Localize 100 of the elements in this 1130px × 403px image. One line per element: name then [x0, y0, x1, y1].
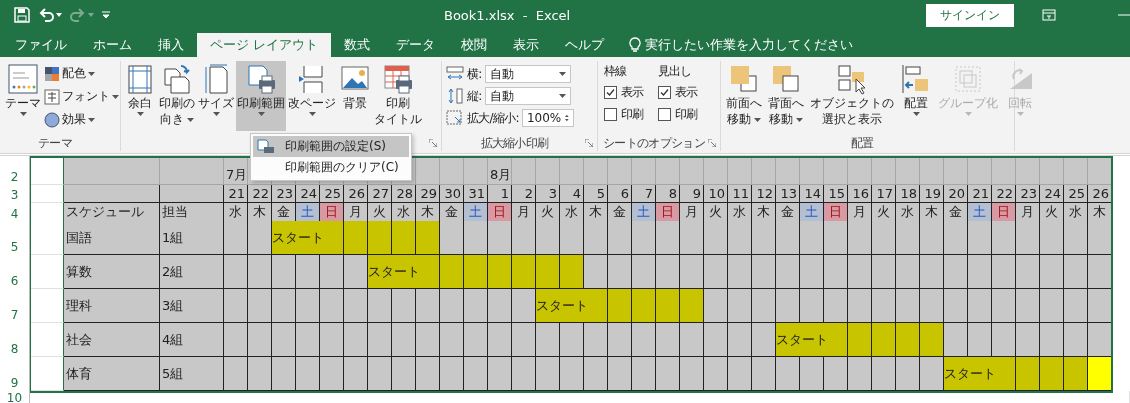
date-cell: 27 [368, 185, 392, 203]
ribbon-button[interactable]: 印刷の 向き [158, 61, 196, 131]
schedule-bar-cell: スタート [272, 221, 344, 255]
schedule-bar-cell: スタート [776, 323, 848, 357]
save-icon[interactable] [14, 7, 30, 23]
ribbon-button[interactable]: 配置 [899, 61, 933, 131]
checkbox[interactable] [657, 107, 671, 121]
table-cell [1064, 156, 1088, 185]
menu-item[interactable]: 印刷範囲の設定(S) [253, 136, 409, 157]
date-cell: 4 [560, 185, 584, 203]
ribbon-button[interactable]: 印刷範囲 [236, 61, 286, 131]
fonts-icon [44, 88, 60, 105]
date-cell: 16 [848, 185, 872, 203]
table-cell [800, 156, 824, 185]
table-cell [1040, 156, 1064, 185]
table-cell: 5組 [160, 357, 224, 391]
date-cell: 28 [392, 185, 416, 203]
date-cell: 31 [464, 185, 488, 203]
caret-icon [88, 13, 94, 17]
date-cell: 20 [944, 185, 968, 203]
date-cell: 29 [416, 185, 440, 203]
date-cell: 6 [608, 185, 632, 203]
undo-button[interactable] [38, 7, 62, 23]
dialog-launcher-icon[interactable] [708, 139, 716, 147]
table-cell [728, 156, 752, 185]
ribbon-button[interactable]: オブジェクトの 選択と表示 [809, 61, 895, 131]
table-cell [30, 289, 64, 323]
date-cell: 8 [656, 185, 680, 203]
dropdown-field[interactable]: 自動 [484, 87, 571, 105]
ribbon-tab[interactable]: ホーム [80, 33, 145, 57]
table-cell [30, 357, 64, 391]
orientation-icon [161, 63, 193, 95]
schedule-bar-cell: スタート [536, 289, 608, 323]
ribbon-tab[interactable]: 数式 [331, 33, 383, 57]
ribbon-button[interactable]: 配色 [44, 63, 119, 84]
checkbox-label: 表示 [621, 83, 644, 101]
table-cell [584, 156, 608, 185]
month-label: 7月 [225, 166, 248, 184]
ribbon-button[interactable]: 改ページ [287, 61, 337, 131]
schedule-bar-cell: スタート [944, 357, 1016, 391]
ribbon-button[interactable]: 前面へ 移動 [725, 61, 763, 131]
group-icon [952, 63, 984, 95]
group-label: シートのオプション [602, 135, 706, 151]
date-cell: 14 [800, 185, 824, 203]
ribbon-tab[interactable]: 挿入 [145, 33, 197, 57]
ribbon-button[interactable]: 効果 [44, 109, 119, 130]
table-cell [30, 255, 64, 289]
date-cell: 17 [872, 185, 896, 203]
table-cell: 理科 [64, 289, 160, 323]
option-heading: 枠線 [604, 62, 628, 80]
ribbon-button[interactable]: テーマ [4, 61, 42, 131]
sign-in-button[interactable]: サインイン [926, 3, 1014, 27]
table-cell [30, 323, 64, 357]
group-label: 拡大縮小印刷 [479, 135, 550, 151]
ribbon-tab[interactable]: 表示 [500, 33, 552, 57]
ribbon-button[interactable]: 余白 [123, 61, 157, 131]
table-cell [632, 156, 656, 185]
table-cell [536, 156, 560, 185]
ribbon-tab[interactable]: ファイル [2, 33, 80, 57]
scale-icon [446, 110, 464, 126]
ribbon-tab[interactable]: ページ レイアウト [197, 33, 331, 57]
tell-me-field[interactable]: 実行したい作業を入力してください [645, 36, 853, 54]
dialog-launcher-icon[interactable] [429, 139, 437, 147]
table-cell: 4組 [160, 323, 224, 357]
date-cell: 13 [776, 185, 800, 203]
theme-icon [7, 63, 39, 95]
ribbon-button[interactable]: 背面へ 移動 [767, 61, 805, 131]
colors-icon [44, 65, 60, 82]
ribbon-tab[interactable]: データ [383, 33, 448, 57]
date-cell: 3 [536, 185, 560, 203]
month-label: 8月 [489, 166, 512, 184]
dialog-launcher-icon[interactable] [585, 139, 593, 147]
table-cell [848, 156, 872, 185]
checkbox[interactable] [657, 85, 671, 99]
date-cell: 26 [344, 185, 368, 203]
ribbon-button[interactable]: 印刷 タイトル [373, 61, 423, 131]
print-area-icon [245, 63, 277, 95]
date-cell: 23 [272, 185, 296, 203]
date-cell: 21 [224, 185, 248, 203]
checkbox[interactable] [604, 107, 617, 121]
table-cell [968, 156, 992, 185]
customize-icon[interactable] [102, 11, 110, 19]
spinner-field[interactable]: 100% [521, 109, 574, 127]
table-cell [608, 156, 632, 185]
checkbox[interactable] [604, 85, 617, 99]
ribbon-button[interactable]: フォント [44, 86, 119, 107]
ribbon-tab[interactable]: ヘルプ [552, 33, 617, 57]
ribbon-display-icon[interactable] [1042, 9, 1056, 21]
date-cell: 22 [992, 185, 1016, 203]
dropdown-field[interactable]: 自動 [484, 65, 571, 83]
table-cell [30, 185, 64, 203]
table-cell [1088, 156, 1112, 185]
ribbon-button[interactable]: 背景 [338, 61, 372, 131]
ribbon-button[interactable]: サイズ [197, 61, 235, 131]
ribbon-tab[interactable]: 校閲 [448, 33, 500, 57]
print-area-icon [257, 138, 275, 155]
effects-icon [44, 111, 60, 128]
date-cell: 7 [632, 185, 656, 203]
table-cell [896, 156, 920, 185]
menu-item[interactable]: 印刷範囲のクリア(C) [253, 157, 409, 178]
